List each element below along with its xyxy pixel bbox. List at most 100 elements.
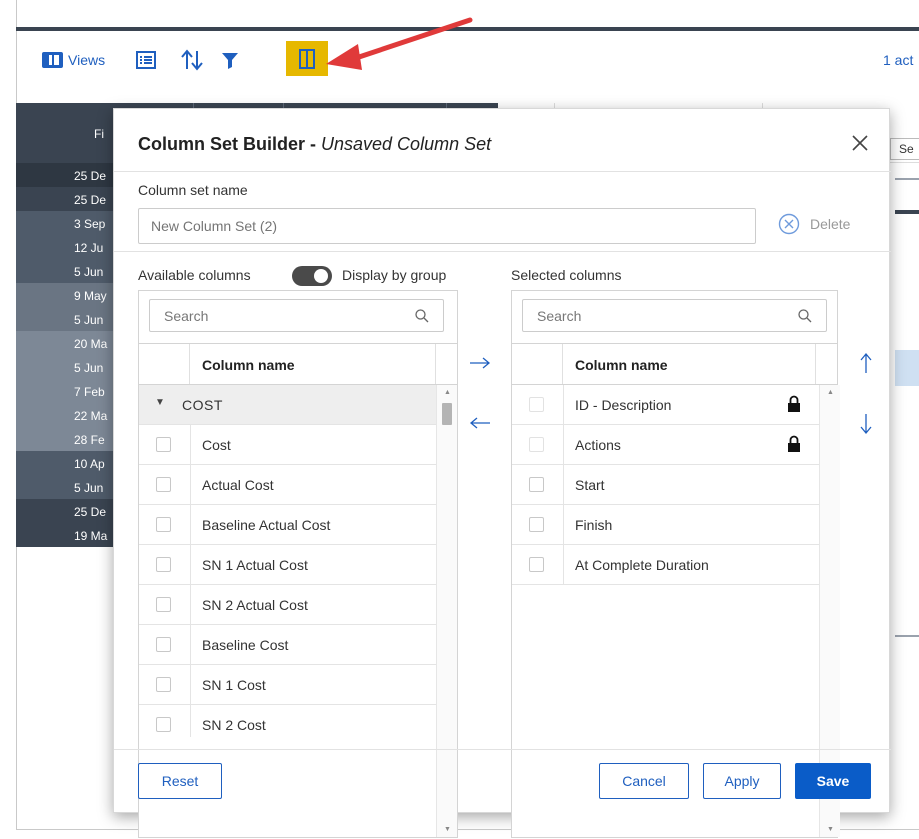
- cell-divider: [563, 465, 564, 504]
- background-grid-row: 28 Fe: [16, 427, 113, 451]
- column-set-name-label: Column set name: [138, 182, 248, 198]
- scroll-down-icon[interactable]: ▼: [827, 826, 834, 833]
- cell-divider: [563, 425, 564, 464]
- list-item[interactable]: SN 1 Cost: [139, 665, 436, 705]
- checkbox[interactable]: [156, 597, 171, 612]
- close-button[interactable]: [850, 133, 872, 155]
- views-icon: [42, 52, 63, 68]
- header-checkbox-cell: [139, 344, 190, 384]
- cell-divider: [190, 625, 191, 664]
- background-grid-row: 25 De: [16, 187, 113, 211]
- selected-columns-panel: Search Column name ID - Description Acti…: [511, 290, 840, 838]
- checkbox[interactable]: [156, 477, 171, 492]
- selected-columns-list: ID - Description Actions Start Finish At…: [512, 385, 819, 585]
- checkbox[interactable]: [156, 717, 171, 732]
- sort-icon: [181, 49, 203, 71]
- column-item-label: Actual Cost: [202, 477, 274, 493]
- background-grid-row: 5 Jun: [16, 355, 113, 379]
- checkbox[interactable]: [529, 477, 544, 492]
- checkbox[interactable]: [529, 517, 544, 532]
- list-item[interactable]: Actual Cost: [139, 465, 436, 505]
- scroll-down-icon[interactable]: ▼: [444, 826, 451, 833]
- list-item[interactable]: SN 2 Cost: [139, 705, 436, 737]
- list-item[interactable]: Cost: [139, 425, 436, 465]
- arrow-right-icon: [470, 357, 491, 369]
- cell-divider: [563, 385, 564, 424]
- scroll-up-icon[interactable]: ▲: [827, 389, 834, 396]
- column-item-label: SN 2 Cost: [202, 717, 266, 733]
- list-item[interactable]: Baseline Actual Cost: [139, 505, 436, 545]
- list-item[interactable]: ID - Description: [512, 385, 819, 425]
- checkbox: [529, 397, 544, 412]
- filter-button[interactable]: [221, 46, 245, 74]
- column-name-header[interactable]: Column name: [575, 357, 668, 373]
- background-grid-row: 12 Ju: [16, 235, 113, 259]
- checkbox[interactable]: [156, 637, 171, 652]
- reset-button[interactable]: Reset: [138, 763, 222, 799]
- display-by-group-toggle[interactable]: [292, 266, 332, 286]
- background-grid-row: 5 Jun: [16, 307, 113, 331]
- selected-search-input[interactable]: Search: [522, 299, 827, 332]
- checkbox[interactable]: [156, 557, 171, 572]
- column-set-builder-dialog: Column Set Builder - Unsaved Column Set …: [113, 108, 891, 838]
- group-row-cost[interactable]: ▼ COST: [139, 385, 436, 425]
- column-item-label: Actions: [575, 437, 621, 453]
- add-column-button[interactable]: [466, 349, 494, 377]
- cell-divider: [190, 665, 191, 704]
- delete-button[interactable]: Delete: [778, 213, 850, 235]
- background-gantt-bar: [895, 635, 919, 637]
- move-down-button[interactable]: [852, 410, 880, 438]
- caret-down-icon[interactable]: ▼: [155, 397, 165, 408]
- background-gantt-bar: [895, 178, 919, 180]
- cancel-button[interactable]: Cancel: [599, 763, 689, 799]
- sort-button[interactable]: [180, 46, 204, 74]
- remove-column-button[interactable]: [466, 409, 494, 437]
- available-search-input[interactable]: Search: [149, 299, 444, 332]
- list-item[interactable]: At Complete Duration: [512, 545, 819, 585]
- background-grid-row: 9 May: [16, 283, 113, 307]
- list-item[interactable]: SN 1 Actual Cost: [139, 545, 436, 585]
- background-grid-row: 20 Ma: [16, 331, 113, 355]
- background-grid-row: 22 Ma: [16, 403, 113, 427]
- background-grid-row: 7 Feb: [16, 379, 113, 403]
- list-icon: [136, 51, 156, 69]
- available-columns-label: Available columns: [138, 267, 251, 283]
- cell-divider: [190, 585, 191, 624]
- arrow-left-icon: [469, 417, 490, 429]
- views-button[interactable]: Views: [42, 46, 105, 74]
- background-header-label: Fi: [94, 127, 104, 141]
- column-item-label: SN 1 Actual Cost: [202, 557, 308, 573]
- list-item[interactable]: Actions: [512, 425, 819, 465]
- checkbox[interactable]: [529, 557, 544, 572]
- background-grid-row: 10 Ap: [16, 451, 113, 475]
- save-button[interactable]: Save: [795, 763, 871, 799]
- column-set-name-input[interactable]: [138, 208, 756, 244]
- column-item-label: Baseline Actual Cost: [202, 517, 331, 533]
- cell-divider: [190, 465, 191, 504]
- apply-button[interactable]: Apply: [703, 763, 781, 799]
- column-item-label: SN 2 Actual Cost: [202, 597, 308, 613]
- list-item[interactable]: SN 2 Actual Cost: [139, 585, 436, 625]
- list-item[interactable]: Start: [512, 465, 819, 505]
- checkbox: [529, 437, 544, 452]
- selected-column-header: Column name: [512, 343, 837, 385]
- checkbox[interactable]: [156, 677, 171, 692]
- columns-icon: [299, 48, 315, 69]
- scroll-up-icon[interactable]: ▲: [444, 389, 451, 396]
- available-columns-list: ▼ COST Cost Actual Cost Baseline Actual …: [139, 385, 436, 737]
- move-up-button[interactable]: [852, 349, 880, 377]
- available-scrollbar[interactable]: ▲ ▼: [436, 385, 457, 837]
- checkbox[interactable]: [156, 437, 171, 452]
- checkbox[interactable]: [156, 517, 171, 532]
- header-end-cell: [815, 344, 837, 384]
- list-item[interactable]: Finish: [512, 505, 819, 545]
- available-columns-panel: Search Column name ▼ COST Cost Actual Co…: [138, 290, 458, 838]
- background-gantt-bar: [895, 210, 919, 214]
- arrow-down-icon: [860, 414, 872, 435]
- cell-divider: [190, 505, 191, 544]
- background-grid-row: 25 De: [16, 499, 113, 523]
- column-name-header[interactable]: Column name: [202, 357, 295, 373]
- list-view-button[interactable]: [136, 46, 158, 74]
- list-item[interactable]: Baseline Cost: [139, 625, 436, 665]
- scrollbar-thumb[interactable]: [442, 403, 452, 425]
